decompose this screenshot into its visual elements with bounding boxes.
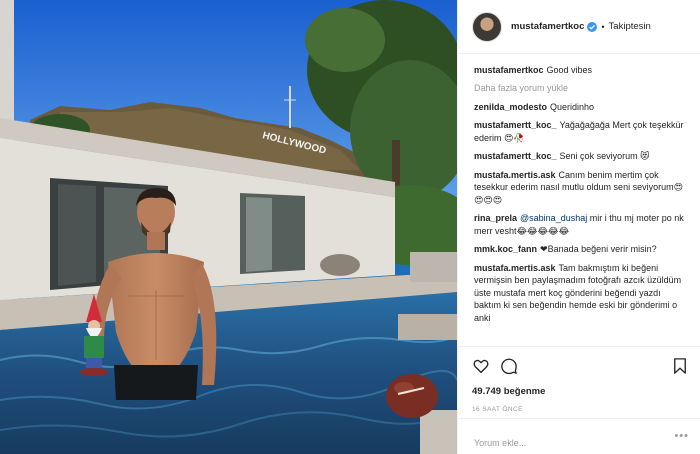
list-item: mustafa.mertis.ask Tam bakmıştım ki beğen… bbox=[474, 262, 687, 325]
comment-icon[interactable] bbox=[500, 357, 518, 375]
comment-username[interactable]: mustafamertt_koc_ bbox=[474, 120, 557, 130]
list-item: mmk.koc_fann ❤Banada beğeni verir misin? bbox=[474, 243, 687, 256]
caption-text: Good vibes bbox=[546, 65, 593, 75]
comment-username[interactable]: rina_prela bbox=[474, 213, 517, 223]
comment-input[interactable] bbox=[474, 431, 644, 454]
add-comment-bar: ••• bbox=[458, 418, 700, 454]
bookmark-icon[interactable] bbox=[671, 357, 689, 375]
heart-icon[interactable] bbox=[472, 357, 490, 375]
caption: mustafamertkoc Good vibes bbox=[474, 64, 687, 77]
likes-count[interactable]: 49.749 beğenme bbox=[472, 386, 689, 397]
list-item: rina_prela @sabina_dushaj mir i thu mj mo… bbox=[474, 212, 687, 237]
pool-photo-illustration: HOLLYWOOD bbox=[0, 0, 457, 454]
comment-username[interactable]: mmk.koc_fann bbox=[474, 244, 537, 254]
header-username[interactable]: mustafamertkoc bbox=[511, 21, 584, 32]
list-item: mustafamertt_koc_ Yağağağağa Mert çok teş… bbox=[474, 119, 687, 144]
pool-step bbox=[398, 314, 457, 340]
football-ball bbox=[386, 374, 438, 418]
post-photo[interactable]: HOLLYWOOD bbox=[0, 0, 457, 454]
separator-dot: • bbox=[601, 21, 605, 32]
avatar[interactable] bbox=[472, 11, 502, 42]
caption-username[interactable]: mustafamertkoc bbox=[474, 65, 544, 75]
rock bbox=[320, 254, 360, 276]
comment-username[interactable]: mustafa.mertis.ask bbox=[474, 170, 556, 180]
comment-username[interactable]: mustafa.mertis.ask bbox=[474, 263, 556, 273]
load-more-comments-link[interactable]: Daha fazla yorum yükle bbox=[474, 83, 687, 93]
verified-badge-icon bbox=[587, 21, 598, 32]
comment-mention-link[interactable]: @sabina_dushaj bbox=[520, 213, 587, 223]
comments-list[interactable]: mustafamertkoc Good vibes Daha fazla yoru… bbox=[458, 55, 700, 346]
list-item: mustafa.mertis.ask Canım benim mertim çok… bbox=[474, 169, 687, 207]
comment-text: Seni çok seviyorum 😻 bbox=[559, 151, 650, 161]
post-timestamp: 16 SAAT ÖNCE bbox=[472, 406, 523, 413]
list-item: mustafamertt_koc_ Seni çok seviyorum 😻 bbox=[474, 150, 687, 163]
comment-text: ❤Banada beğeni verir misin? bbox=[540, 244, 657, 254]
more-options-icon[interactable]: ••• bbox=[674, 431, 689, 454]
post-header: mustafamertkoc • Takiptesin bbox=[458, 0, 700, 54]
comment-username[interactable]: zenilda_modesto bbox=[474, 102, 547, 112]
follow-status-button[interactable]: Takiptesin bbox=[609, 21, 651, 32]
comment-text: Queridinho bbox=[550, 101, 595, 112]
post-actions: 49.749 beğenme 16 SAAT ÖNCE bbox=[458, 346, 700, 413]
post-sidebar: mustafamertkoc • Takiptesin mustafamertk… bbox=[457, 0, 700, 454]
list-item: zenilda_modesto Queridinho bbox=[474, 101, 687, 114]
comment-username[interactable]: mustafamertt_koc_ bbox=[474, 151, 557, 161]
instagram-post: HOLLYWOOD mustafamertkoc • Takiptesin mu… bbox=[0, 0, 700, 454]
